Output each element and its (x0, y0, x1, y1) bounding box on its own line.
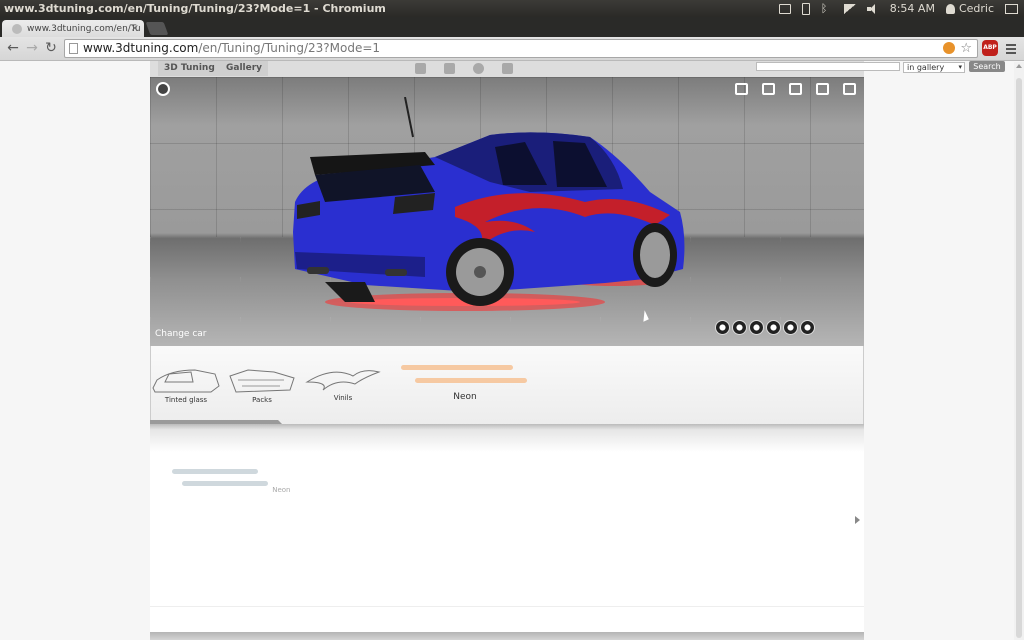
car-viewer[interactable]: Change car (150, 77, 864, 346)
adblock-icon[interactable]: ABP (982, 40, 998, 56)
part-label: Neon (453, 392, 477, 402)
play-icon[interactable] (715, 320, 730, 335)
vk-icon[interactable] (444, 63, 455, 74)
bookmark-star-icon[interactable]: ☆ (960, 40, 972, 57)
rotate-left-icon[interactable] (732, 320, 747, 335)
tab-title: www.3dtuning.com/en/Tu (27, 23, 141, 34)
next-arrow-icon[interactable] (855, 516, 860, 524)
car-glass-icon (152, 369, 220, 393)
camera-icon[interactable] (816, 83, 829, 95)
session-icon[interactable] (1005, 3, 1018, 14)
nav-gallery[interactable]: Gallery (220, 61, 269, 76)
part-tinted-glass[interactable]: Tinted glass (151, 366, 221, 404)
download-icon[interactable] (800, 320, 815, 335)
part-label: Packs (252, 396, 272, 404)
home-icon[interactable] (735, 83, 748, 95)
tab-strip: www.3dtuning.com/en/Tu × (0, 17, 1024, 37)
site-header: 3D Tuning Gallery in gallery Search (150, 61, 1005, 77)
neon-tube-icon (172, 469, 268, 486)
mail-icon[interactable] (778, 3, 791, 14)
body-kit-icon (229, 369, 295, 393)
reload-icon[interactable]: ↻ (42, 39, 60, 57)
browser-toolbar: ← → ↻ www.3dtuning.com/en/Tuning/Tuning/… (0, 37, 1024, 61)
front-rim (640, 232, 670, 278)
user-icon (945, 3, 955, 14)
new-tab-button[interactable] (145, 22, 169, 35)
user-menu[interactable]: Cedric (945, 2, 994, 15)
volume-icon[interactable] (866, 3, 879, 14)
print-icon[interactable] (789, 83, 802, 95)
battery-icon[interactable] (801, 2, 810, 15)
options-panel: Neon (150, 430, 864, 640)
panel-fade (150, 430, 864, 452)
panel-divider (150, 606, 864, 607)
save-icon[interactable] (783, 320, 798, 335)
search-input[interactable] (756, 62, 900, 71)
search-button[interactable]: Search (969, 61, 1005, 72)
part-label: Tinted glass (164, 396, 208, 404)
part-label: Vinils (333, 394, 353, 402)
scroll-up-icon[interactable] (1016, 64, 1022, 68)
scroll-thumb[interactable] (1016, 78, 1022, 638)
nav-3d-tuning[interactable]: 3D Tuning (158, 61, 221, 76)
forward-icon[interactable]: → (23, 39, 41, 57)
lock-icon[interactable] (766, 320, 781, 335)
vinyl-icon (305, 370, 381, 391)
part-vinils[interactable]: Vinils (303, 364, 383, 402)
back-icon[interactable]: ← (4, 39, 22, 57)
page-scrollbar[interactable] (1014, 62, 1024, 640)
url-path: /en/Tuning/Tuning/23?Mode=1 (198, 41, 381, 55)
window-title: www.3dtuning.com/en/Tuning/Tuning/23?Mod… (4, 2, 386, 15)
address-bar[interactable]: www.3dtuning.com/en/Tuning/Tuning/23?Mod… (64, 39, 978, 58)
facebook-icon[interactable] (415, 63, 426, 74)
exhaust-right (385, 269, 407, 276)
sitemap-icon[interactable] (843, 83, 856, 95)
os-top-bar: www.3dtuning.com/en/Tuning/Tuning/23?Mod… (0, 0, 1024, 17)
change-car-link[interactable]: Change car (155, 329, 206, 339)
viewer-toolbar (735, 83, 856, 95)
neon-icon (401, 365, 527, 383)
bluetooth-icon[interactable]: ᛒ (821, 3, 833, 14)
rear-hub (474, 266, 486, 278)
car-model[interactable] (285, 97, 705, 322)
url-host: www.3dtuning.com (83, 41, 199, 55)
clock[interactable]: 8:54 AM (890, 2, 935, 15)
page-footer-bar (150, 632, 864, 640)
extension-icon[interactable] (943, 42, 955, 54)
browser-tab[interactable]: www.3dtuning.com/en/Tu × (2, 20, 144, 37)
part-neon[interactable]: Neon (395, 360, 535, 402)
system-tray: ᛒ 8:54 AM Cedric (778, 0, 1018, 17)
tuning-logo-icon[interactable] (156, 82, 170, 96)
garage-icon[interactable] (762, 83, 775, 95)
network-icon[interactable] (843, 3, 856, 14)
tab-close-icon[interactable]: × (131, 23, 139, 34)
user-name: Cedric (958, 2, 994, 15)
option-neon[interactable]: Neon (170, 466, 291, 494)
exhaust-left (307, 267, 329, 274)
part-packs[interactable]: Packs (227, 366, 297, 404)
search-scope-select[interactable]: in gallery (903, 62, 965, 73)
parts-menu: Tinted glass Packs Vinils Neon (150, 346, 864, 428)
rotate-right-icon[interactable] (749, 320, 764, 335)
chrome-menu-icon[interactable] (1006, 44, 1016, 54)
option-label: Neon (272, 486, 291, 494)
favicon-icon (12, 23, 22, 34)
antenna (404, 97, 414, 138)
share-icon[interactable] (502, 63, 513, 74)
viewer-controls (715, 320, 815, 335)
twitter-icon[interactable] (473, 63, 484, 74)
page-icon (69, 43, 78, 54)
